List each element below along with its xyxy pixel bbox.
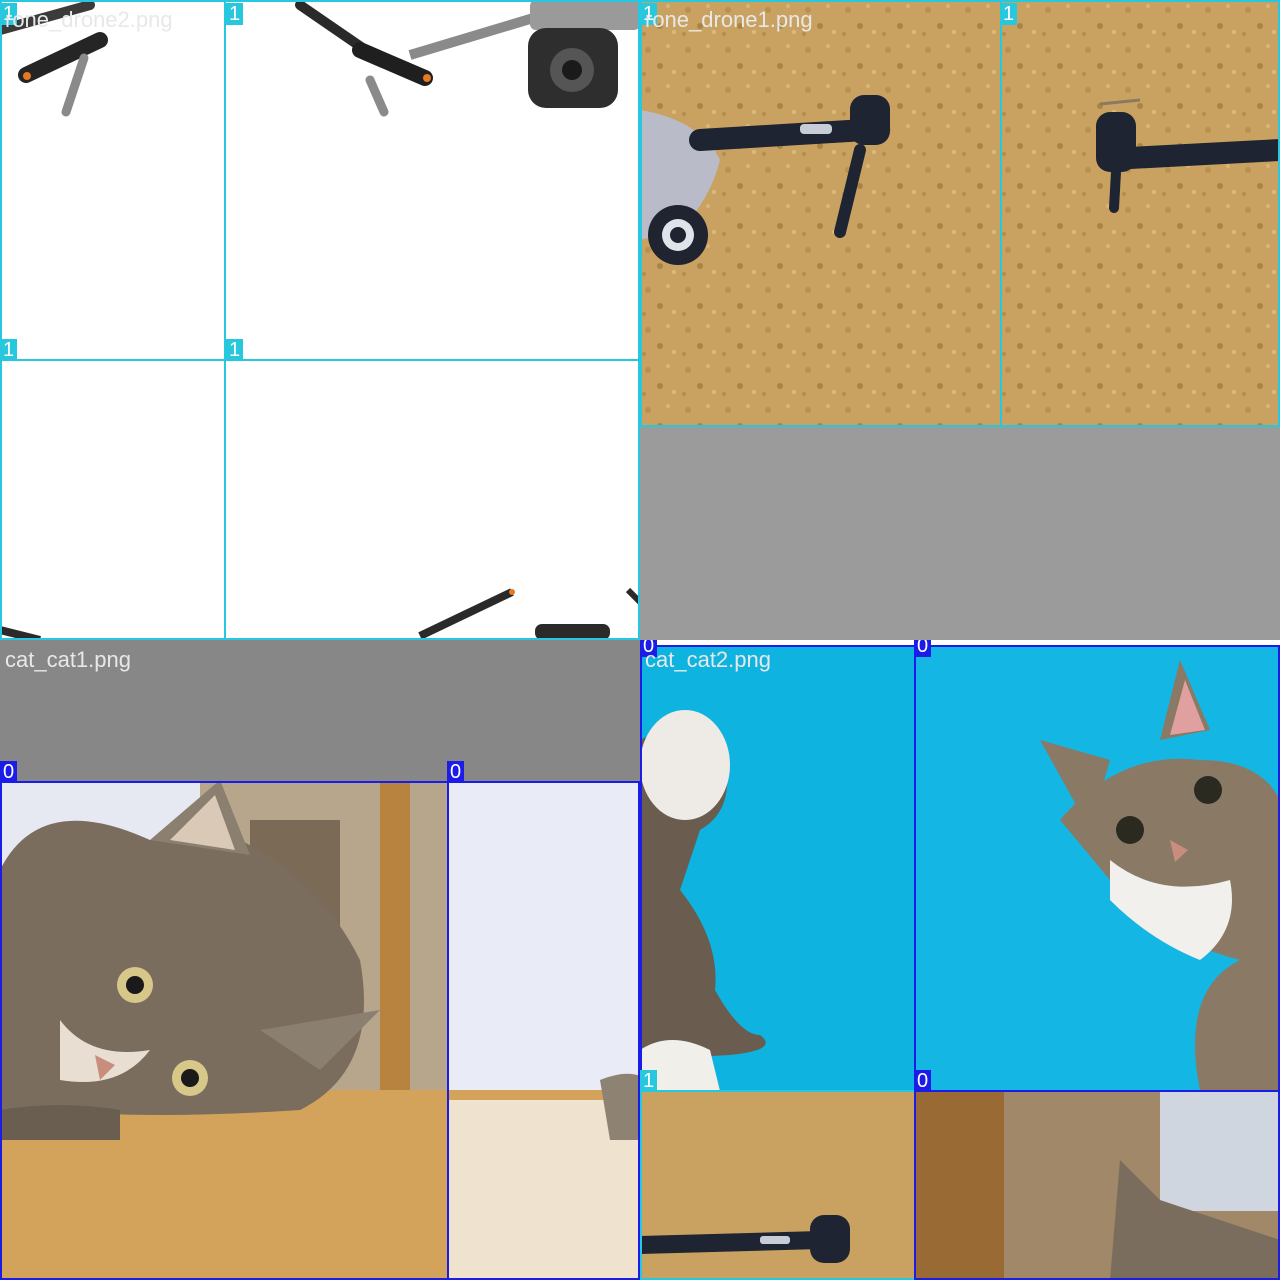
bounding-box (0, 359, 226, 640)
bounding-box (640, 1090, 916, 1280)
bounding-box (224, 0, 640, 361)
class-label: 1 (0, 339, 18, 361)
bounding-box (914, 1090, 1280, 1280)
quadrant-cat1: cat_cat1.png 0 0 (0, 640, 640, 1280)
class-label: 0 (447, 761, 465, 783)
bounding-box (224, 359, 640, 640)
class-label: 0 (914, 1070, 932, 1092)
class-label: 0 (640, 640, 658, 657)
bounding-box (914, 645, 1280, 1092)
quadrant-drone1: rone_drone1.png 1 1 (640, 0, 1280, 640)
class-label: 1 (640, 3, 658, 25)
class-label: 1 (0, 3, 18, 25)
bounding-box (0, 0, 226, 361)
bounding-box (640, 0, 1002, 427)
class-label: 1 (226, 3, 244, 25)
class-label: 0 (0, 761, 18, 783)
quadrant-cat2: cat_cat2.png 0 0 1 0 (640, 640, 1280, 1280)
quadrant-drone2: rone_drone2.png 1 1 1 1 (0, 0, 640, 640)
class-label: 0 (914, 640, 932, 657)
class-label: 1 (226, 339, 244, 361)
bounding-box (1000, 0, 1280, 427)
bounding-box (0, 781, 449, 1280)
bounding-box (640, 645, 916, 1092)
class-label: 1 (640, 1070, 658, 1092)
bounding-box (447, 781, 640, 1280)
class-label: 1 (1000, 3, 1018, 25)
